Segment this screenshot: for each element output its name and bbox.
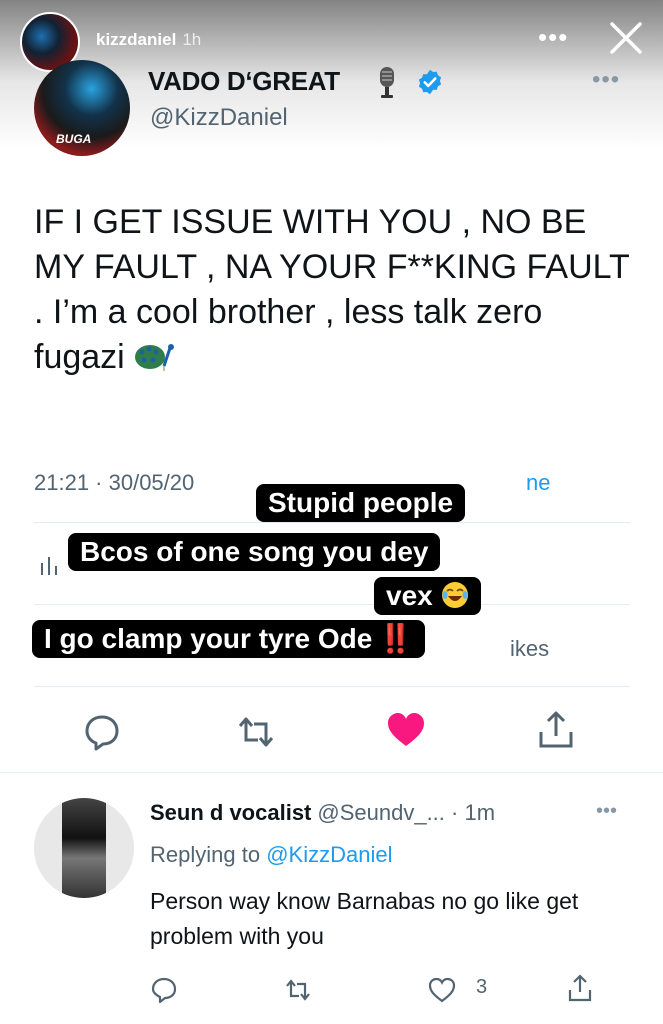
analytics-icon[interactable] (38, 553, 60, 577)
laughing-emoji-icon (441, 582, 468, 608)
replying-to-link[interactable]: @KizzDaniel (266, 842, 392, 867)
verified-badge-icon (418, 69, 442, 95)
divider (34, 604, 630, 605)
story-time: 1h (182, 30, 202, 49)
caption-line-4: I go clamp your tyre Ode ‼️ (32, 620, 426, 658)
retweet-icon[interactable] (236, 712, 276, 752)
tweet-more-icon[interactable]: ••• (592, 66, 620, 94)
divider (0, 772, 663, 773)
replying-prefix: Replying to (150, 842, 261, 867)
reply-handle: @Seundv_... · 1m (317, 800, 496, 825)
reply-icon[interactable] (150, 976, 178, 1004)
close-icon[interactable] (606, 18, 646, 58)
reply-more-icon[interactable]: ••• (596, 800, 617, 823)
tweet-source[interactable]: ne (516, 470, 550, 496)
share-icon[interactable] (536, 710, 576, 750)
retweet-icon[interactable] (284, 976, 312, 1004)
peacock-icon (135, 344, 175, 371)
divider (34, 522, 630, 523)
caption-line-1: Stupid people (256, 484, 466, 522)
caption-text: I go clamp your tyre Ode (44, 623, 373, 654)
display-name[interactable]: VADO D‘GREAT (148, 66, 340, 97)
replying-to: Replying to @KizzDaniel (150, 842, 392, 868)
reply-icon[interactable] (82, 712, 122, 752)
reply-text: Person way know Barnabas no go like get … (150, 888, 579, 949)
tweet-avatar[interactable]: BUGA (34, 60, 130, 156)
story-username[interactable]: kizzdaniel 1h (96, 30, 201, 50)
tweet-meta: 21:21 · 30/05/20 (34, 470, 194, 496)
reply-like-count: 3 (476, 976, 488, 998)
story-more-icon[interactable]: ••• (538, 22, 568, 53)
share-icon[interactable] (566, 974, 594, 1002)
caption-line-2: Bcos of one song you dey (68, 533, 441, 571)
like-icon-active[interactable] (386, 710, 426, 750)
story-username-text: kizzdaniel (96, 30, 177, 49)
microphone-icon (380, 67, 394, 98)
tweet-timestamp: 21:21 · 30/05/20 (34, 470, 195, 495)
reply-avatar[interactable] (34, 798, 134, 898)
tweet-text-content: IF I GET ISSUE WITH YOU , NO BE MY FAULT… (34, 203, 630, 376)
avatar-badge: BUGA (56, 132, 92, 146)
avatar-photo (62, 798, 106, 898)
caption-line-3: vex (374, 577, 481, 615)
like-icon[interactable] (428, 976, 456, 1004)
caption-text: Bcos of one song you dey (80, 536, 429, 567)
double-exclamation-icon: ‼️ (378, 623, 414, 654)
divider (34, 686, 630, 687)
caption-text: vex (386, 580, 433, 611)
tweet-source-text: ne (526, 470, 551, 495)
tweet-handle[interactable]: @KizzDaniel (150, 104, 288, 132)
reply-author[interactable]: Seun d vocalist @Seundv_... · 1m (150, 800, 495, 826)
caption-text: Stupid people (268, 487, 454, 518)
likes-count-label[interactable]: ikes (510, 636, 549, 662)
reply-author-name: Seun d vocalist (150, 800, 312, 825)
tweet-text: IF I GET ISSUE WITH YOU , NO BE MY FAULT… (34, 200, 634, 380)
